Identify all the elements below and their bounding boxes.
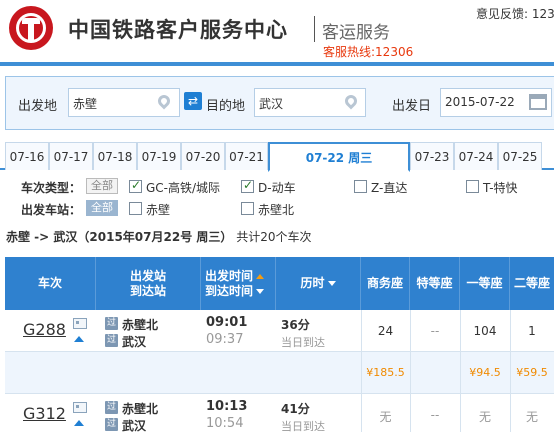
to-station: 武汉 [122,419,147,432]
seat-special: -- [430,324,440,338]
to-label: 目的地 [206,99,246,114]
table-row[interactable]: G288 过 赤壁北 过 武汉 09:01 09:37 36分 当日到达 24 … [5,310,554,352]
date-tab-active[interactable]: 07-22 周三 [268,142,410,172]
arrive-time: 10:54 [206,416,244,431]
from-station: 赤壁北 [122,318,159,332]
seat-business: 无 [379,410,392,424]
checkbox-gc-label: GC-高铁/城际 [146,181,221,195]
duration-note: 当日到达 [281,336,325,349]
train-type-label: 车次类型： [21,181,82,195]
sort-desc-icon[interactable] [256,288,265,294]
duration-note: 当日到达 [281,420,325,432]
col-time[interactable]: 出发时间 到达时间 [201,257,276,310]
col-business: 商务座 [361,257,410,310]
col-first: 一等座 [460,257,510,310]
calendar-icon[interactable] [529,94,547,110]
price-business: ¥185.5 [366,366,405,379]
train-type-all-button[interactable]: 全部 [86,178,118,194]
pass-badge: 过 [105,418,118,431]
sort-desc-icon[interactable] [327,281,336,286]
search-bar: 出发地 赤壁 ⇄ 目的地 武汉 出发日 2015-07-22 [5,76,554,130]
title-divider [314,16,315,42]
hotline-text: 客服热线:12306 [323,45,414,59]
date-tabs: 07-16 07-17 07-18 07-19 07-20 07-21 07-2… [0,142,554,172]
checkbox-station-chibibei-label: 赤壁北 [258,203,295,217]
arrive-time: 09:37 [206,332,244,347]
seat-first: 无 [478,410,491,424]
train-count: 共计20个车次 [236,230,312,244]
date-tab[interactable]: 07-21 [225,142,268,170]
station-label: 出发车站： [21,203,82,217]
result-summary: 赤壁 -> 武汉（2015年07月22号 周三） 共计20个车次 [6,228,311,245]
seat-first[interactable]: 104 [460,324,510,338]
duration: 36分 [281,318,310,332]
train-number[interactable]: G312 [23,404,66,423]
col-duration[interactable]: 历时 [276,257,361,310]
col-second: 二等座 [513,276,550,290]
feedback-link[interactable]: 意见反馈: 123 [476,5,554,22]
checkbox-d-label: D-动车 [258,181,296,195]
table-header: 车次 出发站 到达站 出发时间 到达时间 历时 商务座 特等座 一等座 二等座 [5,257,554,310]
date-tab[interactable]: 07-19 [137,142,181,170]
checkbox-d[interactable] [241,178,254,193]
table-row[interactable]: G312 过 赤壁北 过 武汉 10:13 10:54 41分 当日到达 无 -… [5,394,554,432]
price-second: ¥59.5 [516,366,548,379]
divider [410,352,411,394]
depart-time: 09:01 [206,315,248,330]
pass-badge: 过 [105,334,118,347]
date-tab[interactable]: 07-25 [498,142,542,170]
filter-panel: 车次类型： 全部 GC-高铁/城际 D-动车 Z-直达 T-特快 出发车站： 全… [0,172,554,222]
expand-stops-icon[interactable] [74,336,84,342]
expand-stops-icon[interactable] [74,420,84,426]
checkbox-gc[interactable] [129,178,142,193]
date-tab[interactable]: 07-20 [181,142,225,170]
header-divider [0,62,554,66]
checkbox-t[interactable] [466,180,479,193]
sort-asc-icon[interactable] [256,273,265,279]
checkbox-z-label: Z-直达 [371,181,408,195]
train-number[interactable]: G288 [23,320,66,339]
date-label: 出发日 [392,99,432,114]
from-label: 出发地 [18,99,58,114]
checkbox-station-chibi-label: 赤壁 [146,203,171,217]
seat-special: -- [430,408,440,422]
checkbox-station-chibibei[interactable] [241,202,254,215]
date-tab[interactable]: 07-18 [93,142,137,170]
date-tab[interactable]: 07-16 [5,142,49,170]
checkbox-z[interactable] [354,180,367,193]
seat-second: 无 [525,410,538,424]
depart-time: 10:13 [206,399,248,414]
seat-second[interactable]: 1 [510,324,554,338]
site-title: 中国铁路客户服务中心 [68,18,288,42]
route-text: 赤壁 -> 武汉（2015年07月22号 周三） [6,230,233,244]
railway-logo-icon [9,6,53,50]
pass-badge: 过 [105,317,118,330]
site-subtitle: 客运服务 [322,23,390,43]
price-first: ¥94.5 [469,366,501,379]
from-station: 赤壁北 [122,402,159,416]
checkbox-t-label: T-特快 [483,181,518,195]
seat-business[interactable]: 24 [361,324,410,338]
col-special: 特等座 [410,257,460,310]
col-train[interactable]: 车次 [5,257,96,310]
to-station: 武汉 [122,335,147,349]
site-header: 中国铁路客户服务中心 客运服务 客服热线:12306 意见反馈: 123 [0,0,554,62]
duration: 41分 [281,402,310,416]
col-station[interactable]: 出发站 到达站 [96,257,201,310]
checkbox-station-chibi[interactable] [129,202,142,215]
train-info-icon[interactable] [73,402,87,413]
swap-stations-icon[interactable]: ⇄ [184,92,202,110]
train-info-icon[interactable] [73,318,87,329]
price-row: ¥185.5 ¥94.5 ¥59.5 [5,352,554,394]
pass-badge: 过 [105,401,118,414]
date-tab[interactable]: 07-24 [454,142,498,170]
date-tab[interactable]: 07-17 [49,142,93,170]
date-tab[interactable]: 07-23 [410,142,454,170]
station-all-button[interactable]: 全部 [86,200,118,216]
